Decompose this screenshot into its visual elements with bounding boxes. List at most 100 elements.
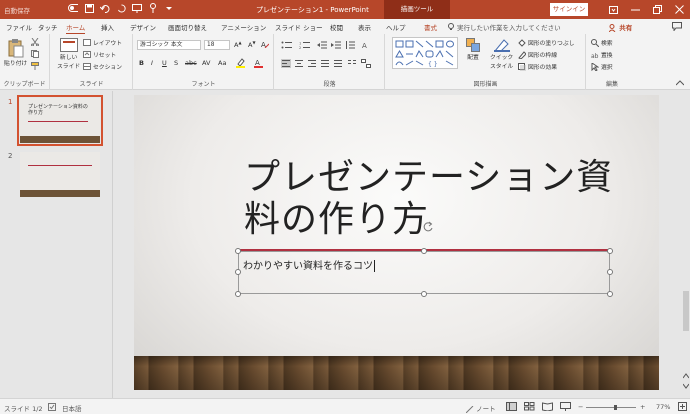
save-icon[interactable] (84, 3, 94, 13)
zoom-in-icon[interactable]: + (640, 403, 645, 411)
align-left-icon[interactable] (281, 59, 291, 68)
resize-handle[interactable] (421, 248, 427, 254)
reset-button[interactable]: リセット (83, 50, 116, 59)
previous-slide-icon[interactable] (683, 373, 689, 379)
slide-thumbnail[interactable]: プレゼンテーション資料の作り方 (17, 95, 103, 146)
strikethrough-icon[interactable]: abc (185, 59, 197, 67)
format-painter-icon[interactable] (31, 62, 39, 70)
text-shadow-icon[interactable]: S (174, 59, 178, 67)
tell-me-search[interactable]: 実行したい作業を入力してください (448, 22, 561, 32)
signin-button[interactable]: サインイン (550, 3, 588, 16)
character-spacing-icon[interactable]: AV (202, 59, 210, 67)
rotate-handle-icon[interactable] (422, 221, 434, 233)
justify-icon[interactable] (320, 59, 330, 68)
shape-outline-button[interactable]: 図形の枠線 (518, 50, 557, 59)
increase-font-size-icon[interactable]: A▲ (234, 40, 242, 49)
shape-effects-button[interactable]: 図形の効果 (518, 62, 557, 71)
collapse-ribbon-icon[interactable] (676, 80, 684, 86)
font-name-combo[interactable]: 游ゴシック 本文 (137, 40, 201, 50)
bullets-icon[interactable] (281, 41, 293, 49)
align-center-icon[interactable] (294, 59, 304, 68)
tab-review[interactable]: 校閲 (330, 22, 343, 32)
highlight-icon[interactable] (236, 58, 245, 70)
tab-design[interactable]: デザイン (130, 22, 156, 32)
touch-mode-icon[interactable] (148, 3, 158, 13)
notes-button[interactable]: ノート (465, 403, 496, 413)
resize-handle[interactable] (607, 248, 613, 254)
tab-insert[interactable]: 挿入 (101, 22, 114, 32)
text-direction-icon[interactable]: A (361, 40, 371, 50)
resize-handle[interactable] (607, 291, 613, 297)
increase-indent-icon[interactable] (331, 41, 341, 49)
restore-icon[interactable] (646, 0, 668, 19)
resize-handle[interactable] (607, 269, 613, 275)
decrease-indent-icon[interactable] (317, 41, 327, 49)
autosave-switch-icon[interactable] (68, 3, 78, 13)
ribbon-display-options-icon[interactable] (602, 0, 624, 19)
font-size-combo[interactable]: 18 (204, 40, 230, 50)
autosave-toggle[interactable]: 自動保存 (4, 5, 30, 15)
share-button[interactable]: 共有 (608, 22, 632, 33)
tab-format[interactable]: 書式 (424, 22, 437, 32)
select-button[interactable]: 選択 (591, 62, 613, 71)
distributed-icon[interactable] (333, 59, 343, 68)
customize-qat-icon[interactable] (164, 3, 174, 13)
cut-icon[interactable] (31, 38, 39, 46)
find-button[interactable]: 検索 (591, 38, 613, 47)
clear-formatting-icon[interactable]: A (261, 40, 270, 50)
layout-button[interactable]: レイアウト (83, 38, 122, 47)
section-button[interactable]: セクション (83, 62, 122, 71)
tab-help[interactable]: ヘルプ (386, 22, 406, 32)
shape-fill-button[interactable]: 図形の塗りつぶし (518, 38, 574, 47)
change-case-icon[interactable]: Aa (218, 59, 226, 67)
shapes-gallery[interactable]: { } (392, 37, 458, 69)
start-from-beginning-icon[interactable] (132, 3, 142, 13)
resize-handle[interactable] (235, 248, 241, 254)
tab-touch[interactable]: タッチ (38, 22, 58, 32)
subtitle-text[interactable]: わかりやすい資料を作るコツ (243, 257, 375, 272)
new-slide-button[interactable]: 新しい スライド (57, 38, 80, 70)
spelling-check-icon[interactable] (48, 403, 56, 411)
italic-icon[interactable]: I (151, 59, 153, 67)
numbering-icon[interactable]: 12 (299, 41, 311, 49)
next-slide-icon[interactable] (683, 383, 689, 389)
decrease-font-size-icon[interactable]: A▼ (248, 40, 256, 49)
normal-view-icon[interactable] (506, 402, 517, 411)
zoom-slider[interactable] (586, 405, 636, 410)
quick-styles-button[interactable]: クイック スタイル (490, 38, 513, 70)
slide-title[interactable]: プレゼンテーション資料の作り方 (244, 157, 624, 241)
resize-handle[interactable] (235, 291, 241, 297)
slide-thumbnail[interactable] (20, 152, 100, 197)
underline-icon[interactable]: U (162, 59, 167, 67)
reading-view-icon[interactable] (542, 402, 553, 411)
tab-file[interactable]: ファイル (6, 22, 32, 32)
copy-icon[interactable] (31, 50, 39, 58)
undo-icon[interactable] (100, 3, 110, 13)
current-slide[interactable]: プレゼンテーション資料の作り方 わかりやすい資料を作るコツ (134, 95, 659, 390)
replace-button[interactable]: ab 置換 (591, 50, 613, 60)
line-spacing-icon[interactable] (345, 41, 355, 49)
arrange-button[interactable]: 配置 (466, 38, 480, 61)
slide-sorter-icon[interactable] (524, 402, 535, 411)
resize-handle[interactable] (235, 269, 241, 275)
font-color-icon[interactable]: A (254, 58, 263, 70)
tab-slide-show[interactable]: スライド ショー (275, 22, 323, 32)
zoom-out-icon[interactable]: − (578, 403, 583, 411)
paste-button[interactable]: 貼り付け (4, 38, 27, 67)
redo-icon[interactable] (116, 3, 126, 13)
tab-transitions[interactable]: 画面切り替え (168, 22, 207, 32)
smartart-icon[interactable] (361, 59, 371, 68)
tab-view[interactable]: 表示 (358, 22, 371, 32)
scroll-thumb-icon[interactable] (683, 291, 689, 331)
subtitle-placeholder[interactable]: わかりやすい資料を作るコツ (238, 251, 610, 294)
tab-animations[interactable]: アニメーション (221, 22, 266, 32)
bold-icon[interactable]: B (139, 59, 144, 67)
align-right-icon[interactable] (307, 59, 317, 68)
zoom-level[interactable]: 77% (656, 403, 670, 411)
minimize-icon[interactable] (624, 0, 646, 19)
resize-handle[interactable] (421, 291, 427, 297)
comments-icon[interactable] (672, 22, 682, 31)
close-icon[interactable] (668, 0, 690, 19)
fit-to-window-icon[interactable] (678, 402, 687, 411)
slideshow-icon[interactable] (560, 402, 571, 411)
